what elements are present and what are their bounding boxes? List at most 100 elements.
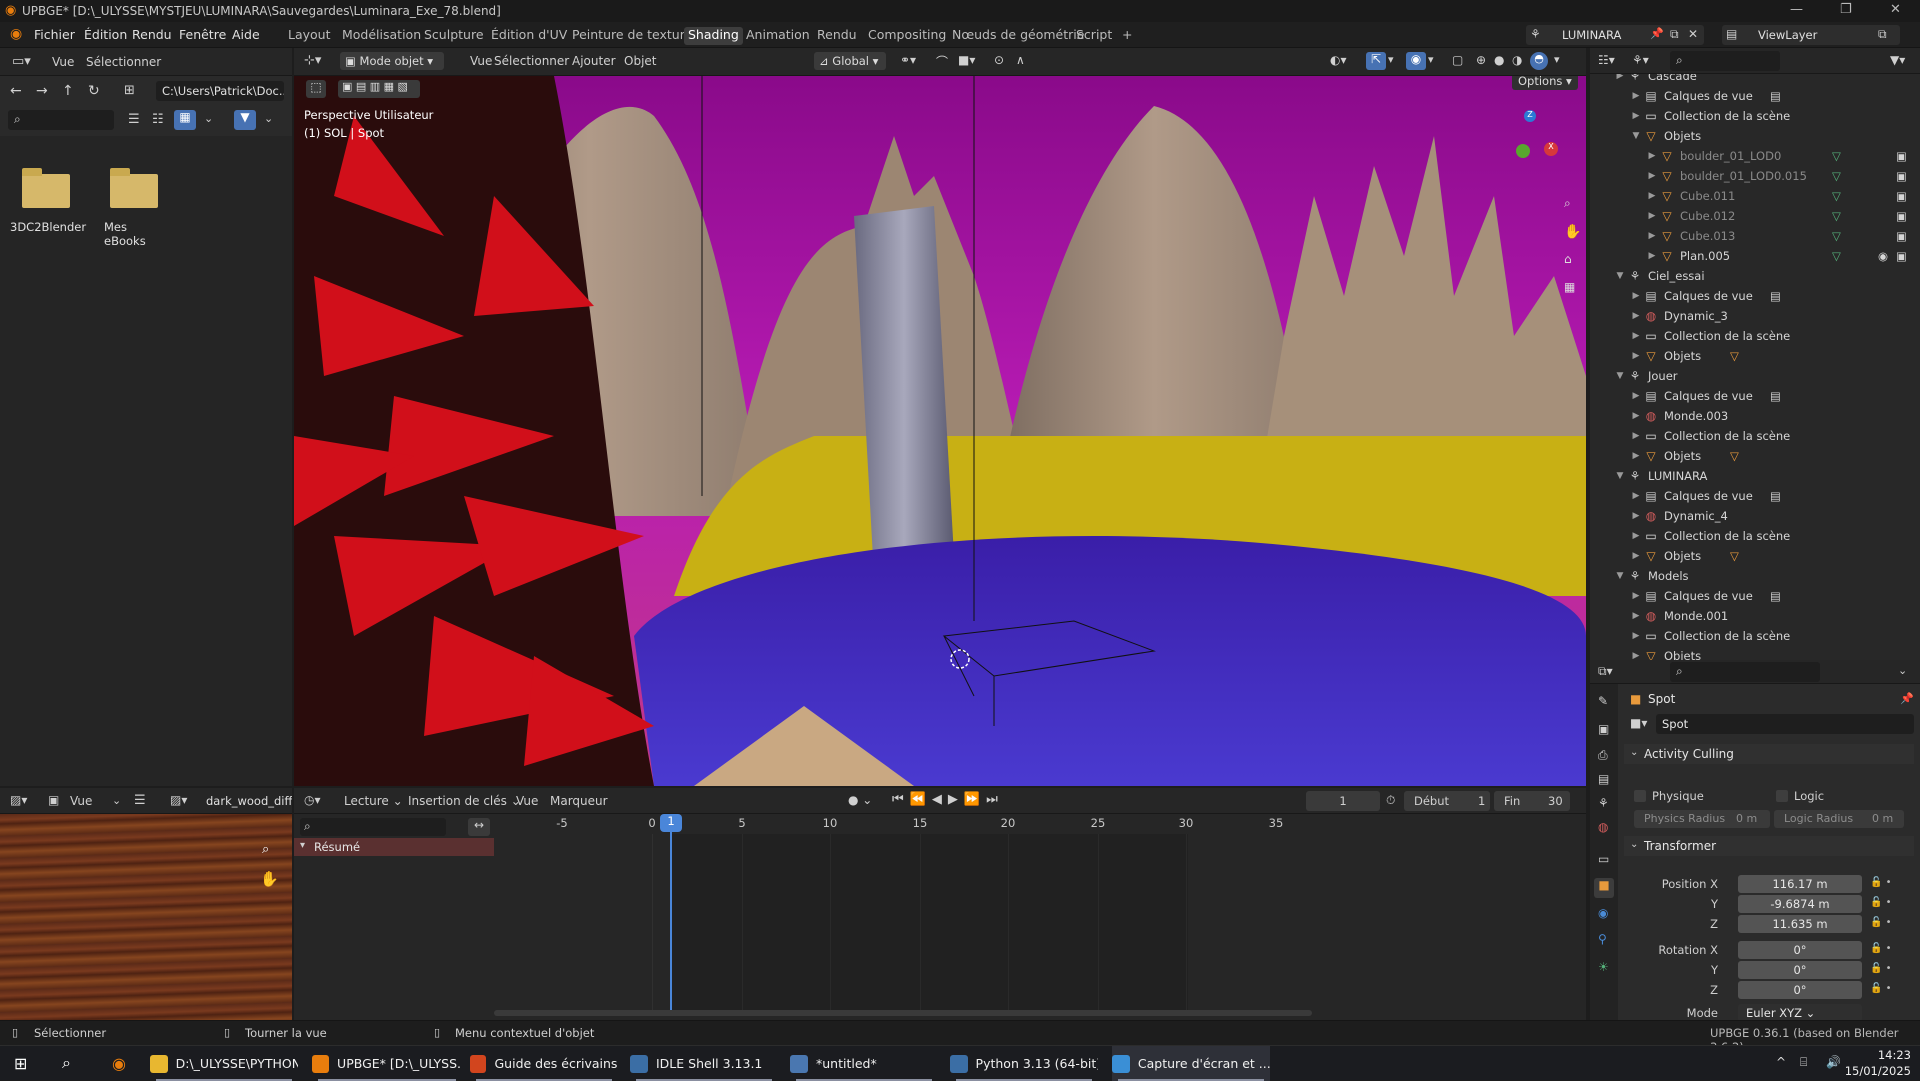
outliner-row[interactable]: ▶ ▤ Calques de vue ▤: [1590, 386, 1910, 406]
render-toggle-icon[interactable]: ▣: [1896, 249, 1907, 263]
image-menu-vue[interactable]: Vue: [70, 794, 92, 808]
path-field[interactable]: C:\Users\Patrick\Doc...: [156, 81, 284, 101]
expand-right-icon[interactable]: ▶: [1630, 351, 1642, 361]
properties-editor-icon[interactable]: ⧉▾: [1598, 664, 1613, 679]
chevron-down-icon[interactable]: ⌄: [112, 794, 121, 807]
record-icon[interactable]: ● ⌄: [848, 793, 872, 807]
collection-tab-icon[interactable]: ▭: [1598, 852, 1609, 866]
options-button[interactable]: Options ▾: [1512, 76, 1578, 90]
outliner-row[interactable]: ▶ ▤ Calques de vue ▤: [1590, 586, 1910, 606]
filter-options-icon[interactable]: ⌄: [264, 112, 273, 125]
outliner-row[interactable]: ▼ ⚘ Ciel_essai: [1590, 266, 1910, 286]
outliner-row[interactable]: ▶ ▤ Calques de vue ▤: [1590, 486, 1910, 506]
volume-icon[interactable]: 🔊: [1826, 1055, 1841, 1069]
falloff-icon[interactable]: ∧: [1016, 53, 1025, 67]
select-tool-icon[interactable]: ⬚: [306, 80, 326, 98]
start-frame-field[interactable]: Début 1: [1404, 791, 1490, 811]
tab-animation[interactable]: Animation: [742, 27, 814, 45]
expand-right-icon[interactable]: ▶: [1630, 411, 1642, 421]
render-toggle-icon[interactable]: ▣: [1896, 189, 1907, 203]
position-x-field[interactable]: 116.17 m: [1738, 875, 1862, 893]
snap-icon[interactable]: ⌒: [936, 53, 948, 70]
file-item[interactable]: Mes eBooks: [100, 166, 170, 256]
tab-edition-uv[interactable]: Édition d'UV: [487, 27, 571, 45]
outliner-row[interactable]: ▶ ▤ Calques de vue ▤: [1590, 86, 1910, 106]
taskbar-app[interactable]: Capture d'écran et ...: [1112, 1046, 1270, 1081]
timeline-editor-icon[interactable]: ◷▾: [304, 793, 321, 807]
taskbar-app[interactable]: IDLE Shell 3.13.1: [630, 1046, 778, 1081]
menu-edition[interactable]: Édition: [84, 27, 127, 42]
gizmo-toggle-icon[interactable]: ⇱: [1366, 52, 1386, 70]
expand-right-icon[interactable]: ▶: [1630, 551, 1642, 561]
logic-radius-field[interactable]: Logic Radius 0 m: [1774, 810, 1904, 828]
outliner-row[interactable]: ▶ ▽ Objets ▽: [1590, 546, 1910, 566]
taskbar-app[interactable]: *untitled*: [790, 1046, 938, 1081]
pin-icon[interactable]: 📌: [1650, 27, 1664, 40]
lock-icon[interactable]: 🔓 •: [1870, 917, 1892, 928]
new-view-layer-icon[interactable]: ⧉: [1878, 27, 1887, 42]
thumbnails-icon[interactable]: ▦: [174, 110, 196, 130]
current-frame-field[interactable]: 1: [1306, 791, 1380, 811]
outliner-row[interactable]: ▼ ⚘ LUMINARA: [1590, 466, 1910, 486]
outliner-row[interactable]: ▼ ▽ Objets: [1590, 126, 1910, 146]
scene-selector[interactable]: ⚘ LUMINARA 📌 ⧉ ✕: [1526, 25, 1704, 45]
overlays-toggle-icon[interactable]: ◉: [1406, 52, 1426, 70]
clock-time[interactable]: 14:23: [1855, 1048, 1911, 1062]
expand-right-icon[interactable]: ▶: [1630, 631, 1642, 641]
playback-menu[interactable]: Lecture ⌄: [344, 794, 403, 808]
playback-controls-icon[interactable]: ⏮⏪◀▶⏩⏭: [892, 792, 1004, 807]
playhead-line[interactable]: [670, 814, 672, 1014]
preview-range-icon[interactable]: ⏱: [1386, 793, 1395, 808]
wireframe-shading-icon[interactable]: ⊕: [1476, 53, 1486, 67]
timeline-menu-marker[interactable]: Marqueur: [550, 794, 608, 808]
position-z-field[interactable]: 11.635 m: [1738, 915, 1862, 933]
expand-down-icon[interactable]: ▼: [1614, 471, 1626, 481]
expand-right-icon[interactable]: ▶: [1630, 451, 1642, 461]
zoom-icon[interactable]: ⌕: [262, 842, 269, 857]
expand-right-icon[interactable]: ▶: [1646, 191, 1658, 201]
render-toggle-icon[interactable]: ▣: [1896, 169, 1907, 183]
proportional-edit-icon[interactable]: ⊙: [994, 53, 1004, 67]
expand-right-icon[interactable]: ▶: [1630, 591, 1642, 601]
editor-type-icon[interactable]: ▭▾: [12, 54, 31, 69]
activity-culling-header[interactable]: ⌄ Activity Culling: [1624, 744, 1914, 764]
expand-right-icon[interactable]: ▶: [1630, 391, 1642, 401]
file-menu-select[interactable]: Sélectionner: [86, 55, 161, 69]
display-mode-icon[interactable]: ⚘▾: [1632, 53, 1649, 67]
axis-y-icon[interactable]: [1516, 144, 1530, 158]
select-mode-buttons[interactable]: ▣ ▤ ▥ ▦ ▧: [338, 80, 420, 98]
eye-icon[interactable]: ◉: [1878, 249, 1888, 263]
refresh-icon[interactable]: ↻: [88, 83, 100, 99]
swap-icon[interactable]: ↔: [468, 818, 490, 836]
outliner-row[interactable]: ▶ ▭ Collection de la scène: [1590, 426, 1910, 446]
outliner-row[interactable]: ▶ ▽ Cube.013 ▽ ▣: [1590, 226, 1910, 246]
new-scene-icon[interactable]: ⧉: [1670, 27, 1679, 42]
render-tab-icon[interactable]: ▣: [1598, 722, 1609, 736]
outliner-row[interactable]: ▶ ▤ Calques de vue ▤: [1590, 286, 1910, 306]
outliner-row[interactable]: ▼ ⚘ Models: [1590, 566, 1910, 586]
back-icon[interactable]: ←: [10, 83, 22, 99]
new-folder-icon[interactable]: ⊞: [124, 83, 135, 98]
outliner-row[interactable]: ▶ ▽ Objets ▽: [1590, 446, 1910, 466]
outliner-row[interactable]: ▶ ▽ Cube.011 ▽ ▣: [1590, 186, 1910, 206]
rendered-shading-icon[interactable]: ◓: [1530, 52, 1548, 70]
blender-taskbar-icon[interactable]: ◉: [112, 1054, 126, 1073]
outliner-row[interactable]: ▶ ▽ Objets: [1590, 646, 1910, 660]
viewport-menu-select[interactable]: Sélectionner: [494, 54, 569, 68]
expand-right-icon[interactable]: ▶: [1630, 91, 1642, 101]
image-editor-type-icon[interactable]: ▨▾: [10, 793, 27, 807]
output-tab-icon[interactable]: ⎙: [1598, 748, 1608, 763]
clock-date[interactable]: 15/01/2025: [1843, 1064, 1911, 1078]
timeline-search-input[interactable]: ⌕: [300, 818, 446, 836]
gizmo-options-icon[interactable]: ▾: [1388, 53, 1394, 66]
mode-selector[interactable]: ▣ Mode objet ▾: [340, 52, 444, 70]
tab-shading[interactable]: Shading: [684, 27, 743, 45]
outliner-row[interactable]: ▶ ▭ Collection de la scène: [1590, 106, 1910, 126]
add-workspace-button[interactable]: +: [1118, 27, 1136, 45]
render-toggle-icon[interactable]: ▣: [1896, 149, 1907, 163]
tab-sculpture[interactable]: Sculpture: [420, 27, 488, 45]
scene-tab-icon[interactable]: ⚘: [1598, 796, 1609, 810]
minimize-icon[interactable]: —: [1790, 2, 1803, 17]
forward-icon[interactable]: →: [36, 83, 48, 99]
physics-tab-icon[interactable]: ◉: [1598, 906, 1608, 920]
